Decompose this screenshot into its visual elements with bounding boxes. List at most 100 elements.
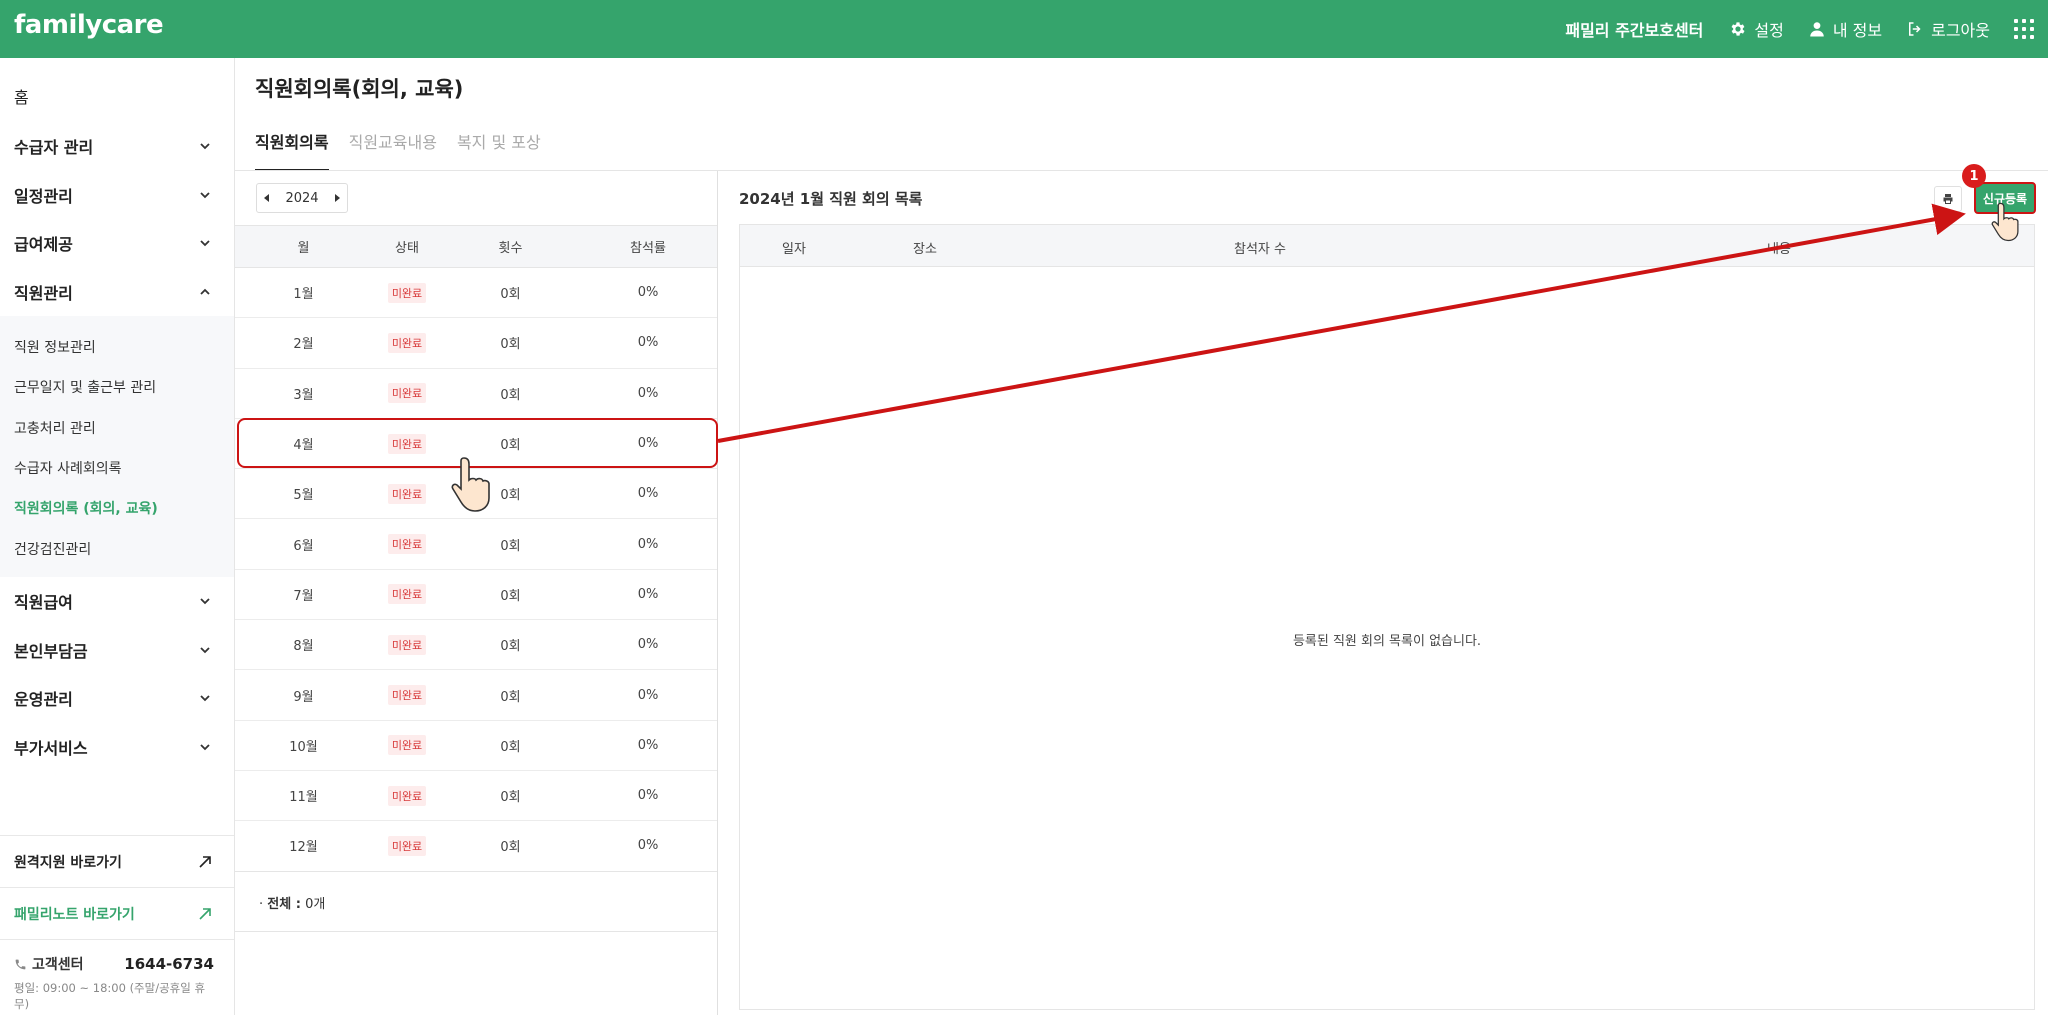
status-badge: 미완료 — [387, 584, 427, 605]
logout-link[interactable]: 로그아웃 — [1906, 17, 1990, 41]
sidebar-item-label: 직원관리 — [14, 283, 73, 303]
table-row[interactable]: 2월 미완료 0회 0% — [235, 317, 717, 369]
column-header: 일자 — [782, 242, 806, 257]
rate-cell: 0% — [579, 569, 717, 621]
submenu-grievance[interactable]: 고충처리 관리 — [0, 408, 234, 448]
month-cell: 5월 — [235, 468, 372, 520]
top-bar: familycare 패밀리 주간보호센터 설정 내 정보 로그아웃 — [0, 0, 2048, 58]
status-badge: 미완료 — [387, 332, 427, 353]
prev-year-icon[interactable] — [264, 194, 269, 202]
count-cell: 0회 — [442, 267, 579, 319]
sidebar-item-label: 부가서비스 — [14, 738, 88, 758]
month-cell: 10월 — [235, 720, 372, 771]
submenu-staff-meeting[interactable]: 직원회의록 (회의, 교육) — [0, 488, 234, 528]
sidebar-item-label: 운영관리 — [14, 690, 73, 710]
center-name: 패밀리 주간보호센터 — [1565, 21, 1704, 40]
logout-label: 로그아웃 — [1931, 21, 1990, 40]
submenu-staff-info[interactable]: 직원 정보관리 — [0, 327, 234, 367]
month-cell: 3월 — [235, 368, 372, 419]
submenu-case-meeting[interactable]: 수급자 사례회의록 — [0, 448, 234, 488]
settings-label: 설정 — [1754, 21, 1784, 40]
logout-icon — [1909, 22, 1921, 36]
rate-cell: 0% — [579, 720, 717, 771]
submenu-health-check[interactable]: 건강검진관리 — [0, 528, 234, 568]
column-header: 상태 — [372, 225, 442, 268]
table-row[interactable]: 12월 미완료 0회 0% — [235, 820, 717, 872]
count-cell: 0회 — [442, 820, 579, 872]
chevron-down-icon — [200, 743, 210, 750]
printer-icon — [1943, 194, 1953, 204]
table-row[interactable]: 11월 미완료 0회 0% — [235, 770, 717, 822]
sidebar-item-payroll[interactable]: 직원급여 — [0, 577, 234, 626]
support-hours: 평일: 09:00 ~ 18:00 (주말/공휴일 휴무) — [14, 981, 206, 1011]
next-year-icon[interactable] — [335, 194, 340, 202]
status-badge: 미완료 — [387, 282, 427, 303]
top-nav: 패밀리 주간보호센터 설정 내 정보 로그아웃 — [1565, 0, 2048, 58]
table-row[interactable]: 8월 미완료 0회 0% — [235, 619, 717, 671]
my-info-label: 내 정보 — [1832, 21, 1883, 40]
count-cell: 0회 — [442, 669, 579, 721]
table-row[interactable]: 6월 미완료 0회 0% — [235, 518, 717, 570]
status-cell: 미완료 — [372, 569, 442, 621]
sidebar-item-copay[interactable]: 본인부담금 — [0, 625, 234, 674]
sidebar-item-benefit[interactable]: 급여제공 — [0, 219, 234, 268]
rate-cell: 0% — [579, 669, 717, 721]
user-icon — [1810, 22, 1824, 37]
external-arrow-icon — [199, 855, 211, 868]
empty-message: 등록된 직원 회의 목록이 없습니다. — [1292, 634, 1482, 649]
tab-staff-meeting[interactable]: 직원회의록 — [255, 122, 329, 171]
settings-link[interactable]: 설정 — [1729, 17, 1784, 41]
remote-support-link[interactable]: 원격지원 바로가기 — [0, 835, 234, 887]
new-register-button[interactable]: 신규등록 — [1974, 182, 2036, 214]
tab-welfare-reward[interactable]: 복지 및 포상 — [457, 122, 541, 171]
table-header-row: 월 상태 횟수 참석률 — [235, 225, 717, 268]
support-phone: 1644-6734 — [124, 955, 214, 973]
sidebar-footer: 원격지원 바로가기 패밀리노트 바로가기 고객센터 1644-6734 평일: … — [0, 835, 234, 1012]
table-row[interactable]: 9월 미완료 0회 0% — [235, 669, 717, 721]
table-row[interactable]: 7월 미완료 0회 0% — [235, 569, 717, 621]
print-button[interactable] — [1934, 186, 1962, 212]
gear-icon — [1731, 22, 1745, 36]
sidebar-item-staff[interactable]: 직원관리 — [0, 268, 234, 317]
tab-bar: 직원회의록 직원교육내용 복지 및 포상 — [255, 122, 541, 171]
sidebar-item-home[interactable]: 홈 — [0, 58, 234, 128]
month-cell: 7월 — [235, 569, 372, 621]
table-row[interactable]: 3월 미완료 0회 0% — [235, 368, 717, 419]
column-header: 내용 — [1767, 242, 1791, 257]
sidebar-item-recipients[interactable]: 수급자 관리 — [0, 122, 234, 171]
column-header: 횟수 — [442, 225, 579, 268]
submenu-work-log[interactable]: 근무일지 및 출근부 관리 — [0, 367, 234, 407]
remote-support-label: 원격지원 바로가기 — [14, 854, 122, 871]
side-menu: 홈 수급자 관리 일정관리 급여제공 직원관리 직원 정보관리 근무일지 및 출… — [0, 58, 234, 771]
sidebar-item-label: 직원급여 — [14, 593, 73, 613]
month-cell: 2월 — [235, 317, 372, 369]
month-cell: 1월 — [235, 267, 372, 319]
rate-cell: 0% — [579, 518, 717, 570]
sidebar-item-schedule[interactable]: 일정관리 — [0, 171, 234, 220]
app-grid-icon[interactable] — [2014, 19, 2034, 39]
status-cell: 미완료 — [372, 267, 442, 319]
rate-cell: 0% — [579, 267, 717, 319]
sidebar-item-addon[interactable]: 부가서비스 — [0, 722, 234, 771]
count-cell: 0회 — [442, 619, 579, 671]
divider — [235, 871, 717, 872]
logo[interactable]: familycare — [14, 10, 164, 40]
status-cell: 미완료 — [372, 368, 442, 419]
table-row[interactable]: 5월 미완료 0회 0% — [235, 468, 717, 520]
table-row[interactable]: 4월 미완료 0회 0% — [235, 418, 717, 470]
my-info-link[interactable]: 내 정보 — [1808, 17, 1882, 41]
rate-cell: 0% — [579, 619, 717, 671]
table-row[interactable]: 10월 미완료 0회 0% — [235, 720, 717, 771]
sidebar-item-operations[interactable]: 운영관리 — [0, 674, 234, 723]
total-value: 0개 — [305, 897, 326, 912]
rate-cell: 0% — [579, 368, 717, 419]
month-cell: 6월 — [235, 518, 372, 570]
month-cell: 8월 — [235, 619, 372, 671]
family-note-link[interactable]: 패밀리노트 바로가기 — [0, 887, 234, 939]
status-cell: 미완료 — [372, 418, 442, 470]
status-badge: 미완료 — [387, 735, 427, 756]
tab-staff-education[interactable]: 직원교육내용 — [349, 122, 437, 171]
customer-support: 고객센터 1644-6734 평일: 09:00 ~ 18:00 (주말/공휴일… — [0, 939, 234, 1012]
table-row[interactable]: 1월 미완료 0회 0% — [235, 267, 717, 319]
month-table: 월 상태 횟수 참석률 1월 미완료 0회 0% 2월 미완료 0회 0% 3월 미완료 0회 0% 4… — [235, 225, 717, 872]
